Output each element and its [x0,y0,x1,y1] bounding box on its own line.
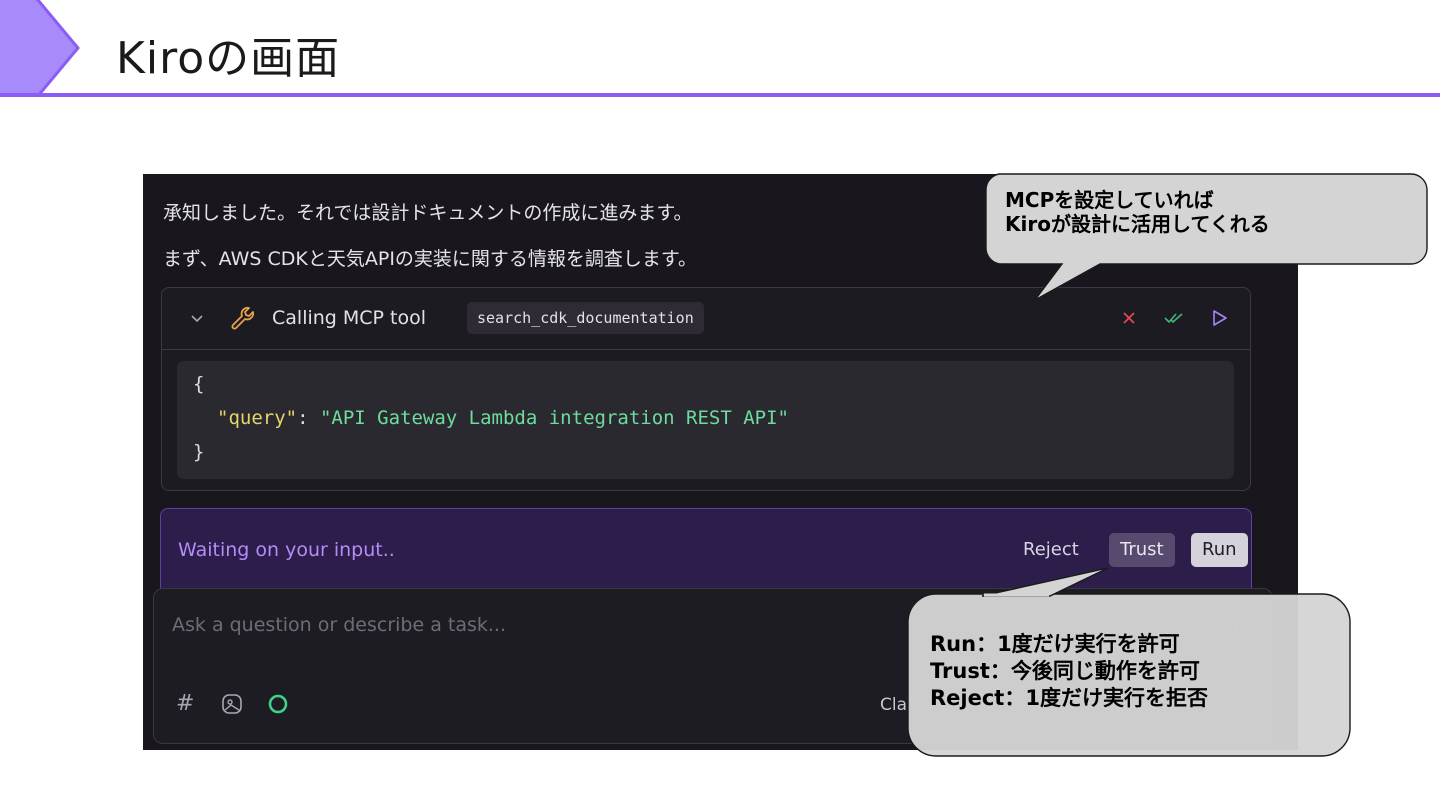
code-key: "query" [217,407,298,429]
hash-icon[interactable]: # [176,691,194,716]
code-colon: : [297,407,320,429]
status-ring-icon[interactable] [266,692,290,716]
play-icon[interactable] [1207,306,1231,330]
wrench-icon [231,306,255,330]
title-underline [0,93,1440,97]
image-icon[interactable] [220,692,244,716]
mcp-callout-line-2: Kiroが設計に活用してくれる [1005,212,1270,236]
tool-input-code: { "query": "API Gateway Lambda integrati… [177,361,1234,479]
trust-note: Trust：今後同じ動作を許可 [930,658,1200,683]
chevron-arrow-icon [0,0,96,96]
slide-header: Kiroの画面 [0,0,1440,100]
send-button[interactable] [1216,607,1256,647]
mcp-tool-call-card: Calling MCP tool search_cdk_documentatio… [161,287,1251,491]
model-selector[interactable]: Cla [880,695,907,715]
slide-title: Kiroの画面 [116,33,341,84]
reject-button[interactable]: Reject [1023,539,1079,560]
send-arrow-icon [1229,617,1243,635]
run-button[interactable]: Run [1191,533,1248,567]
mcp-callout-line-1: MCPを設定していれば [1005,188,1214,212]
waiting-status: Waiting on your input.. [178,539,395,561]
code-query-line: "query": "API Gateway Lambda integration… [217,407,789,429]
tool-call-header[interactable]: Calling MCP tool search_cdk_documentatio… [162,288,1250,350]
code-open-brace: { [193,373,205,395]
double-check-icon[interactable] [1162,306,1186,330]
chevron-down-icon[interactable] [187,308,207,328]
code-close-brace: } [193,441,205,463]
reject-note: Reject：1度だけ実行を拒否 [930,685,1208,710]
chat-input[interactable] [170,609,874,641]
mcp-callout: MCPを設定していれば Kiroが設計に活用してくれる [1005,188,1270,236]
actions-callout: Run：1度だけ実行を許可 Trust：今後同じ動作を許可 Reject：1度だ… [930,631,1208,712]
run-note: Run：1度だけ実行を許可 [930,632,1180,656]
code-value: "API Gateway Lambda integration REST API… [319,407,789,429]
assistant-message-line-1: 承知しました。それでは設計ドキュメントの作成に進みます。 [163,202,693,224]
close-icon[interactable] [1117,306,1141,330]
tool-call-label: Calling MCP tool [272,307,427,329]
trust-button[interactable]: Trust [1109,533,1175,567]
assistant-message-line-2: まず、AWS CDKと天気APIの実装に関する情報を調査します。 [163,248,698,270]
tool-name-badge: search_cdk_documentation [467,302,704,334]
approval-bar: Waiting on your input.. Reject Trust Run [160,508,1252,600]
